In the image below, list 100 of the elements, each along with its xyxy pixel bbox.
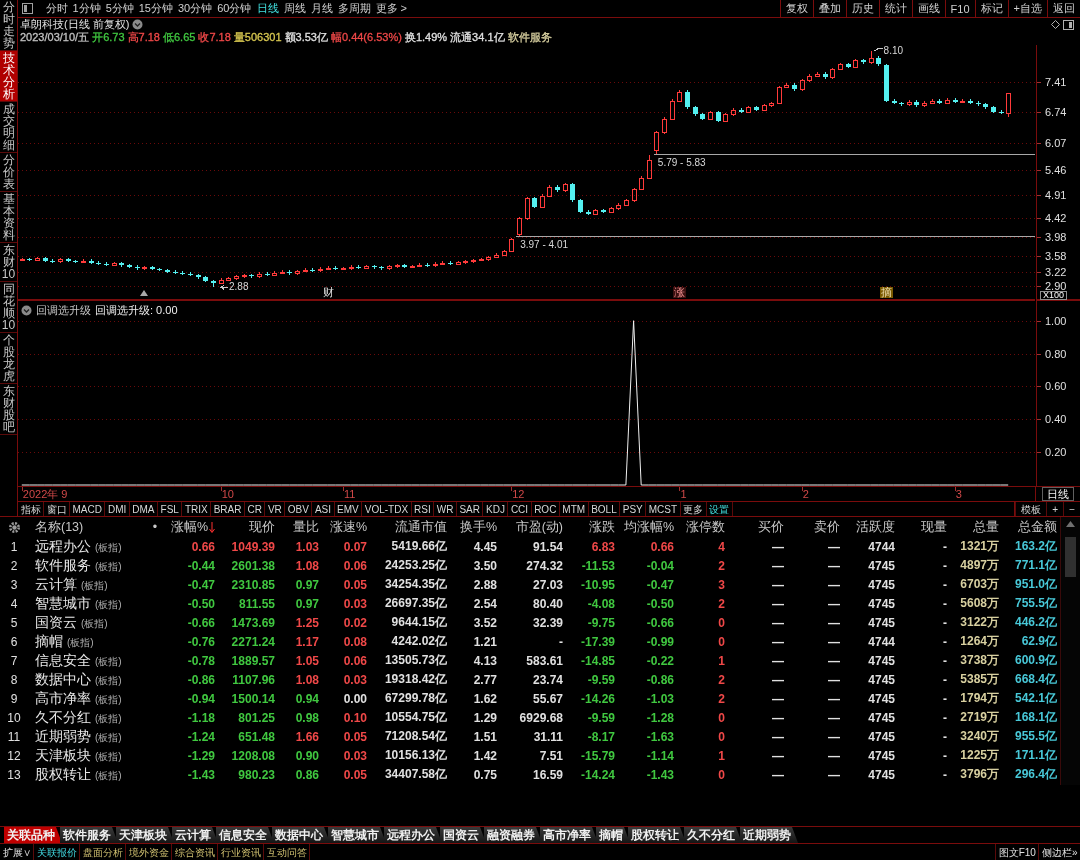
sort-arrow-icon[interactable] — [209, 521, 215, 533]
window-icon[interactable] — [1063, 19, 1074, 30]
dropdown-icon[interactable] — [21, 304, 32, 316]
sidebar-tab[interactable]: 同花顺10 — [0, 282, 17, 333]
toolbar-button[interactable]: 返回 — [1047, 0, 1080, 17]
column-header[interactable]: 换手% — [459, 518, 497, 536]
sidebar-tab[interactable]: 成交明细 — [0, 102, 17, 153]
sector-name[interactable]: 智慧城市 — [35, 594, 91, 613]
toolbar-button[interactable]: 画线 — [911, 0, 945, 17]
indicator-tab[interactable]: OBV — [285, 502, 313, 516]
indicator-tab[interactable]: PSY — [620, 502, 647, 516]
period-tab[interactable]: 5分钟 — [103, 0, 137, 17]
indicator-tab[interactable]: TRIX — [182, 502, 212, 516]
axis-scale-label[interactable]: X100 — [1040, 291, 1068, 300]
column-header[interactable]: 现量 — [921, 518, 947, 536]
toolbar-button[interactable]: +自选 — [1007, 0, 1047, 17]
period-tab[interactable]: 周线 — [281, 0, 308, 17]
toolbar-button[interactable]: 叠加 — [812, 0, 846, 17]
related-tab[interactable]: 股权转让 — [628, 827, 686, 843]
gear-icon[interactable] — [7, 520, 21, 534]
expand-button[interactable]: 扩展∨ — [0, 844, 34, 860]
column-header[interactable]: 现价 — [249, 518, 275, 536]
sector-name[interactable]: 信息安全 — [35, 651, 91, 670]
indicator-tab[interactable]: EMV — [334, 502, 363, 516]
period-tab[interactable]: 30分钟 — [175, 0, 215, 17]
indicator-tab[interactable]: VOL-TDX — [362, 502, 412, 516]
toolbar-button[interactable]: F10 — [944, 0, 975, 17]
event-marker[interactable]: 涨 — [673, 287, 687, 298]
panel-icon[interactable] — [22, 3, 33, 14]
period-tab[interactable]: 15分钟 — [136, 0, 176, 17]
toolbar-button[interactable]: 复权 — [779, 0, 813, 17]
indicator-tab[interactable]: BRAR — [211, 502, 245, 516]
scroll-up-icon[interactable] — [1066, 521, 1075, 527]
related-tab[interactable]: 信息安全 — [216, 827, 274, 843]
sector-name[interactable]: 近期弱势 — [35, 727, 91, 746]
column-header[interactable]: 流通市值 — [395, 518, 447, 536]
sector-name[interactable]: 云计算 — [35, 575, 77, 594]
status-tab[interactable]: 境外资金 — [126, 844, 172, 860]
sector-name[interactable]: 股权转让 — [35, 765, 91, 784]
related-tab[interactable]: 智慧城市 — [328, 827, 386, 843]
toolbar-button[interactable]: 统计 — [878, 0, 912, 17]
period-tab[interactable]: 更多 > — [373, 0, 410, 17]
column-header[interactable]: 涨停数 — [686, 518, 725, 536]
sidebar-tab[interactable]: 分价表 — [0, 153, 17, 192]
toolbar-button[interactable]: 标记 — [974, 0, 1008, 17]
sector-name[interactable]: 数据中心 — [35, 670, 91, 689]
related-tab[interactable]: 关联品种 — [4, 827, 62, 843]
related-tab[interactable]: 摘帽 — [596, 827, 630, 843]
indicator-tab[interactable]: CCI — [508, 502, 532, 516]
related-tab[interactable]: 数据中心 — [272, 827, 330, 843]
related-tab[interactable]: 高市净率 — [540, 827, 598, 843]
status-tab[interactable]: 行业资讯 — [218, 844, 264, 860]
column-header[interactable]: 涨速% — [329, 518, 367, 536]
column-header[interactable]: 总金额 — [1018, 518, 1057, 536]
sidebar-tab[interactable]: 基本资料 — [0, 192, 17, 243]
sector-name[interactable]: 摘帽 — [35, 632, 63, 651]
period-label[interactable]: 日线 — [1042, 487, 1074, 501]
related-tab[interactable]: 软件服务 — [60, 827, 118, 843]
indicator-tab[interactable]: MACD — [70, 502, 106, 516]
sector-name[interactable]: 天津板块 — [35, 746, 91, 765]
column-header[interactable]: • — [152, 520, 158, 534]
period-tab[interactable]: 60分钟 — [214, 0, 254, 17]
column-header[interactable]: 买价 — [758, 518, 784, 536]
sidebar-tab[interactable]: 个股龙虎 — [0, 333, 17, 384]
sidebar-tab[interactable]: 东财股吧 — [0, 384, 17, 435]
indicator-tab[interactable]: 窗口 — [44, 502, 70, 516]
column-header[interactable]: 活跃度 — [856, 518, 895, 536]
indicator-tab[interactable]: VR — [265, 502, 286, 516]
indicator-tab[interactable]: FSL — [158, 502, 183, 516]
indicator-tab[interactable]: KDJ — [483, 502, 509, 516]
triangle-icon[interactable] — [140, 290, 149, 296]
status-tab[interactable]: 关联报价 — [34, 844, 80, 860]
dropdown-icon[interactable] — [132, 19, 144, 30]
indicator-title[interactable]: 回调选升级 — [36, 304, 91, 316]
period-tab[interactable]: 1分钟 — [70, 0, 104, 17]
sector-name[interactable]: 高市净率 — [35, 689, 91, 708]
indicator-tab[interactable]: ASI — [312, 502, 335, 516]
scrollbar-thumb[interactable] — [1065, 537, 1076, 577]
period-tab[interactable]: 多周期 — [335, 0, 373, 17]
sector-name[interactable]: 远程办公 — [35, 537, 91, 556]
indicator-tab[interactable]: DMI — [105, 502, 130, 516]
related-tab[interactable]: 近期弱势 — [740, 827, 798, 843]
diamond-icon[interactable] — [1051, 20, 1060, 29]
sector-name[interactable]: 国资云 — [35, 613, 77, 632]
indicator-tab[interactable]: 指标 — [18, 502, 44, 516]
related-tab[interactable]: 云计算 — [172, 827, 218, 843]
period-tab[interactable]: 日线 — [254, 0, 281, 17]
event-marker[interactable]: 摘 — [879, 287, 893, 298]
sidebar-tab[interactable]: 技术分析 — [0, 51, 17, 102]
indicator-tab[interactable]: MCST — [646, 502, 681, 516]
column-header[interactable]: 卖价 — [814, 518, 840, 536]
related-tab[interactable]: 天津板块 — [116, 827, 174, 843]
column-header[interactable]: 量比 — [293, 518, 319, 536]
column-header[interactable]: 总量 — [973, 518, 999, 536]
status-tab[interactable]: 综合资讯 — [172, 844, 218, 860]
column-header[interactable]: 市盈(动) — [515, 518, 563, 536]
column-header[interactable]: 涨幅% — [170, 518, 215, 536]
status-tab[interactable]: 盘面分析 — [80, 844, 126, 860]
related-tab[interactable]: 远程办公 — [384, 827, 442, 843]
sidebar-tab[interactable]: 东财10 — [0, 243, 17, 282]
